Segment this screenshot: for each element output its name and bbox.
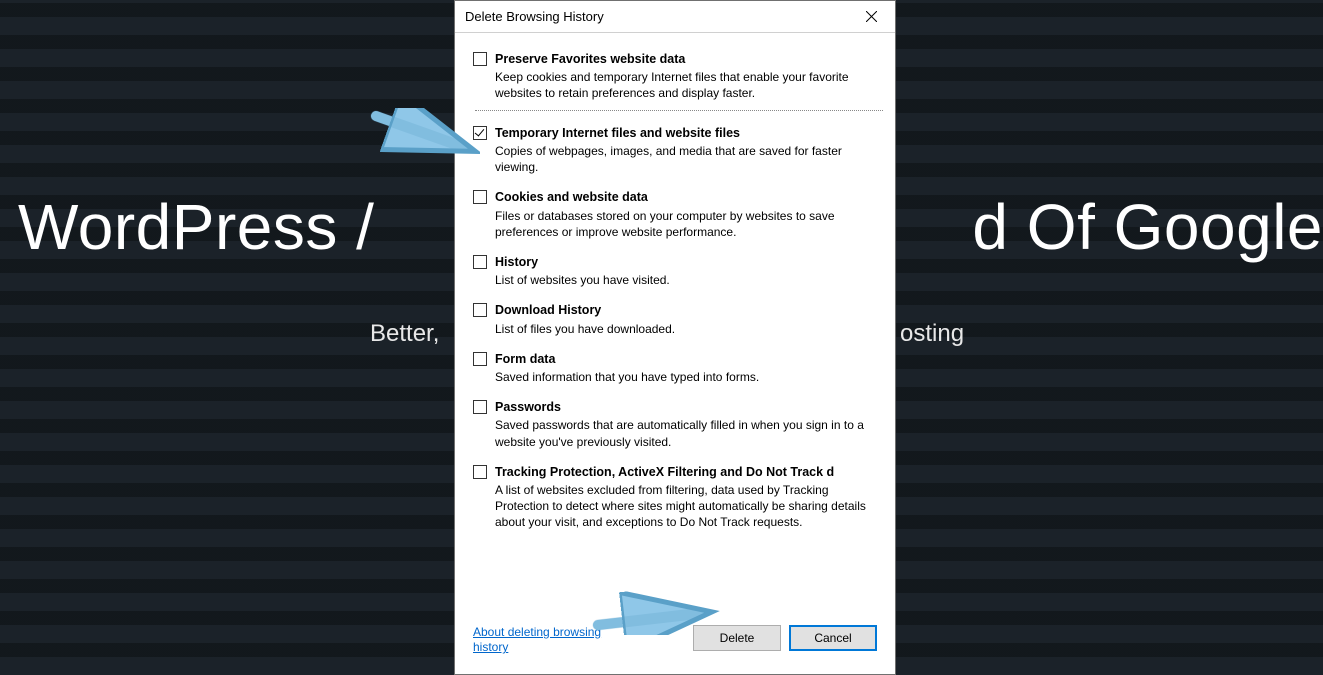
option-desc: A list of websites excluded from filteri… <box>495 482 879 531</box>
option-desc: List of websites you have visited. <box>495 272 670 288</box>
dialog-titlebar[interactable]: Delete Browsing History <box>455 1 895 33</box>
about-link[interactable]: About deleting browsing history <box>473 625 613 656</box>
close-icon <box>866 11 877 22</box>
option-label: Form data <box>495 351 759 367</box>
option-form-data[interactable]: Form data Saved information that you hav… <box>473 351 885 385</box>
checkbox-cookies[interactable] <box>473 190 487 204</box>
option-passwords[interactable]: Passwords Saved passwords that are autom… <box>473 399 885 450</box>
option-label: History <box>495 254 670 270</box>
delete-browsing-history-dialog: Delete Browsing History Preserve Favorit… <box>454 0 896 675</box>
dialog-content: Preserve Favorites website data Keep coo… <box>455 33 895 625</box>
checkbox-passwords[interactable] <box>473 400 487 414</box>
option-label: Cookies and website data <box>495 189 879 205</box>
checkbox-tracking-protection[interactable] <box>473 465 487 479</box>
option-desc: Files or databases stored on your comput… <box>495 208 879 240</box>
option-desc: Saved information that you have typed in… <box>495 369 759 385</box>
option-desc: Saved passwords that are automatically f… <box>495 417 879 449</box>
option-preserve-favorites[interactable]: Preserve Favorites website data Keep coo… <box>473 51 885 102</box>
dialog-footer: About deleting browsing history Delete C… <box>455 625 895 674</box>
option-label: Tracking Protection, ActiveX Filtering a… <box>495 464 879 480</box>
bg-sub-left: Better, <box>370 320 439 348</box>
checkbox-download-history[interactable] <box>473 303 487 317</box>
option-label: Temporary Internet files and website fil… <box>495 125 879 141</box>
close-button[interactable] <box>851 2 891 32</box>
option-tracking-protection[interactable]: Tracking Protection, ActiveX Filtering a… <box>473 464 885 531</box>
delete-button[interactable]: Delete <box>693 625 781 651</box>
checkbox-form-data[interactable] <box>473 352 487 366</box>
bg-title-left: WordPress / <box>18 190 374 264</box>
option-desc: Keep cookies and temporary Internet file… <box>495 69 879 101</box>
checkbox-history[interactable] <box>473 255 487 269</box>
option-label: Passwords <box>495 399 879 415</box>
option-label: Preserve Favorites website data <box>495 51 879 67</box>
option-temporary-files[interactable]: Temporary Internet files and website fil… <box>473 125 885 176</box>
option-desc: Copies of webpages, images, and media th… <box>495 143 879 175</box>
checkbox-preserve-favorites[interactable] <box>473 52 487 66</box>
cancel-button[interactable]: Cancel <box>789 625 877 651</box>
bg-sub-right: osting <box>900 320 964 348</box>
checkbox-temporary-files[interactable] <box>473 126 487 140</box>
option-download-history[interactable]: Download History List of files you have … <box>473 302 885 336</box>
option-cookies[interactable]: Cookies and website data Files or databa… <box>473 189 885 240</box>
option-desc: List of files you have downloaded. <box>495 321 675 337</box>
dialog-title: Delete Browsing History <box>465 9 851 24</box>
bg-title-right: d Of Google <box>972 190 1323 264</box>
option-label: Download History <box>495 302 675 318</box>
separator <box>475 110 883 111</box>
option-history[interactable]: History List of websites you have visite… <box>473 254 885 288</box>
